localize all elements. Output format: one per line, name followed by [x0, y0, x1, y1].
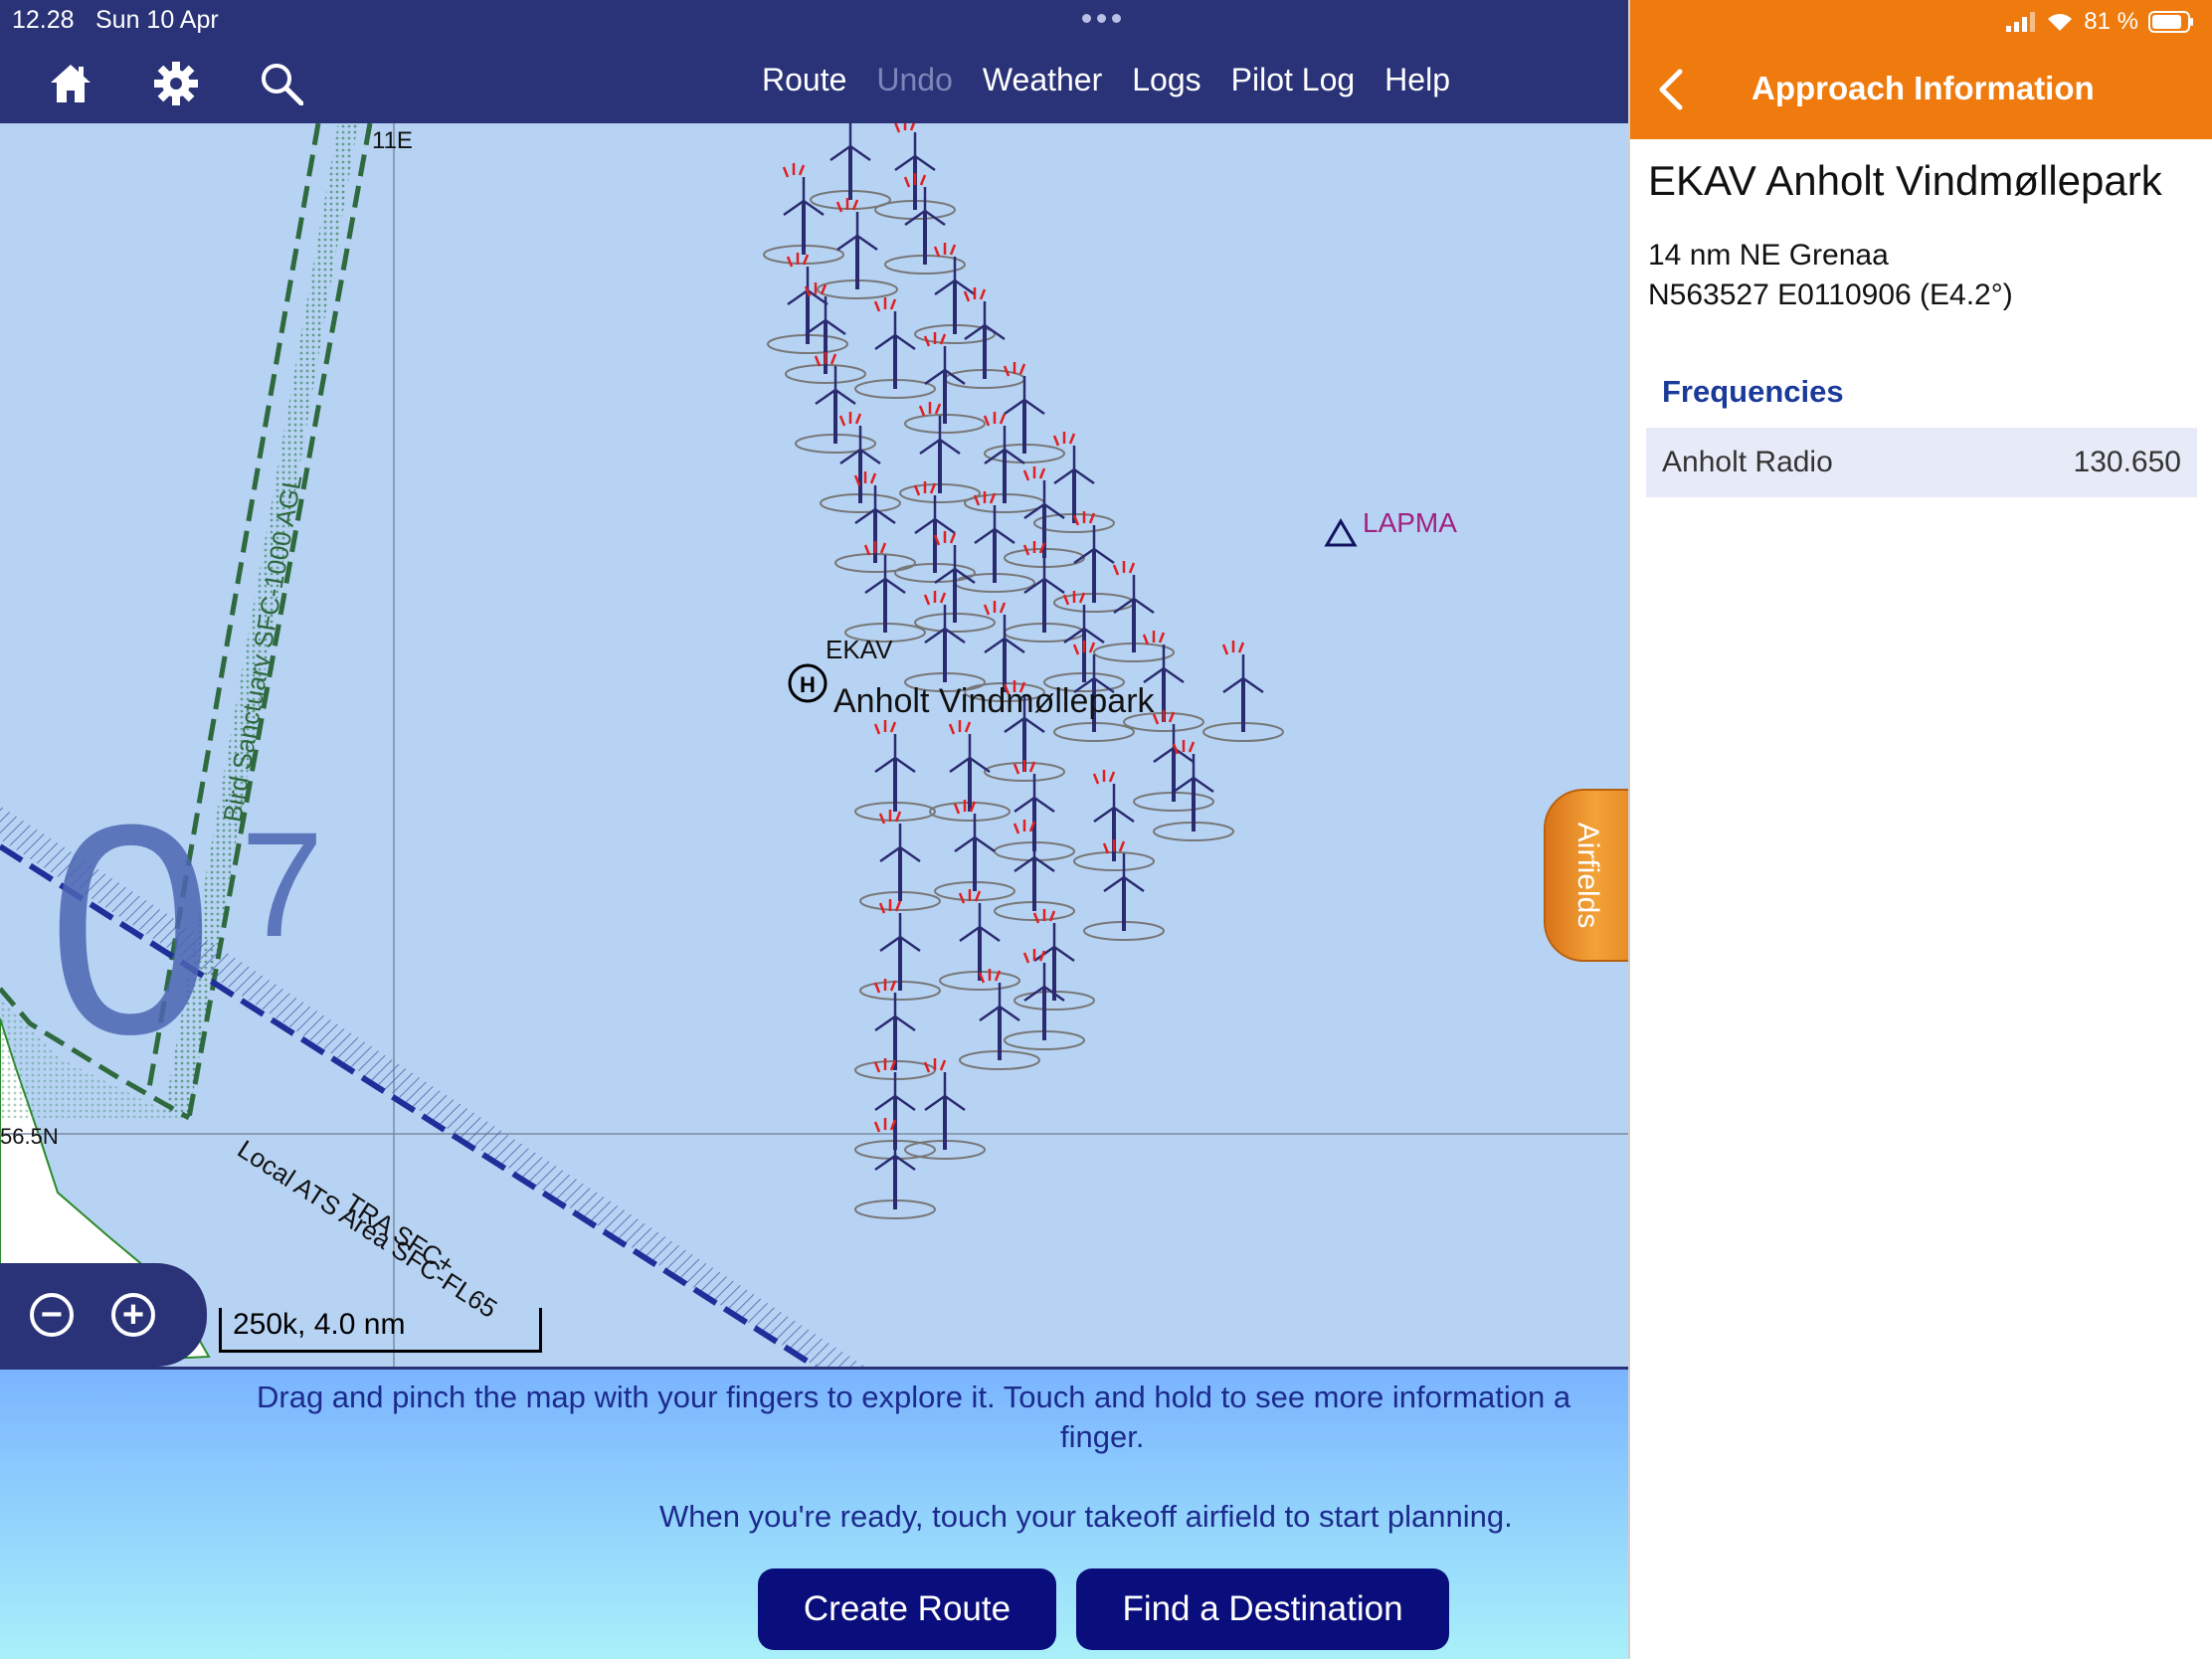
wind-turbine-icon: [984, 362, 1065, 463]
nav-weather[interactable]: Weather: [983, 62, 1102, 98]
top-toolbar: 12.28 Sun 10 Apr Route Undo Weather Logs: [0, 0, 1628, 123]
zoom-out-button[interactable]: −: [30, 1293, 74, 1337]
panel-title: Approach Information: [1751, 70, 2095, 106]
nav-logs[interactable]: Logs: [1132, 62, 1200, 98]
status-indicators: 81 %: [2006, 8, 2194, 36]
wind-turbine-icon: [934, 800, 1015, 901]
wind-turbine-icon: [904, 332, 986, 434]
wind-turbine-icon: [859, 810, 941, 911]
airfield-name[interactable]: Anholt Vindmøllepark: [833, 682, 1155, 721]
airfield-title: EKAV Anholt Vindmøllepark: [1648, 157, 2162, 204]
svg-text:H: H: [800, 672, 816, 697]
wind-turbine-icon: [834, 471, 916, 573]
find-destination-button[interactable]: Find a Destination: [1076, 1568, 1449, 1650]
wind-turbine-icon: [763, 163, 844, 265]
nav-pilot-log[interactable]: Pilot Log: [1231, 62, 1356, 98]
wind-turbine-icon: [1202, 641, 1284, 742]
airfield-code[interactable]: EKAV: [826, 635, 892, 665]
zoom-controls: − +: [0, 1263, 207, 1367]
airfield-location: 14 nm NE Grenaa: [1648, 239, 1889, 272]
wind-turbine-group: [763, 123, 1284, 1219]
hint-line-1: Drag and pinch the map with your fingers…: [257, 1380, 1571, 1414]
wind-turbine-icon: [904, 1058, 986, 1160]
parallel-label: 56.5N: [0, 1124, 59, 1149]
create-route-button[interactable]: Create Route: [758, 1568, 1056, 1650]
frequency-value: 130.650: [2073, 446, 2181, 478]
wind-turbine-icon: [844, 541, 926, 643]
wind-turbine-icon: [795, 352, 876, 454]
nav-help[interactable]: Help: [1384, 62, 1450, 98]
wind-turbine-icon: [854, 979, 936, 1080]
wind-turbine-icon: [854, 297, 936, 399]
scale-label: 250k, 4.0 nm: [233, 1308, 406, 1341]
wind-turbine-icon: [1004, 949, 1085, 1050]
wind-turbine-icon: [904, 591, 986, 692]
wind-turbine-icon: [767, 253, 848, 354]
frequency-name: Anholt Radio: [1662, 446, 1833, 478]
waypoint-triangle[interactable]: [1324, 518, 1358, 547]
multitask-dots[interactable]: [1082, 14, 1121, 23]
nav-route[interactable]: Route: [762, 62, 846, 98]
frequency-row[interactable]: Anholt Radio 130.650: [1646, 428, 2197, 497]
wind-turbine-icon: [854, 720, 936, 822]
wind-turbine-icon: [929, 720, 1011, 822]
waypoint-label[interactable]: LAPMA: [1363, 507, 1457, 539]
wind-turbine-icon: [1083, 839, 1165, 941]
status-time: 12.28: [12, 6, 75, 34]
airfields-tab[interactable]: Airfields: [1544, 789, 1628, 962]
chart-map[interactable]: H 0 7 11E 56.5N Bird Sanctuary SFC-1000 …: [0, 123, 1628, 1367]
grid-number-small: 7: [241, 801, 324, 968]
status-date: Sun 10 Apr: [95, 6, 219, 34]
wind-turbine-icon: [1073, 770, 1155, 871]
frequencies-heading: Frequencies: [1662, 374, 1844, 409]
wind-turbine-icon: [894, 481, 976, 583]
battery-percent: 81 %: [2084, 8, 2138, 35]
wind-turbine-icon: [874, 123, 956, 220]
wind-turbine-icon: [854, 1118, 936, 1219]
wind-turbine-icon: [994, 820, 1075, 921]
airfield-coords: N563527 E0110906 (E4.2°): [1648, 278, 2013, 311]
wind-turbine-icon: [859, 899, 941, 1001]
search-icon[interactable]: [251, 56, 312, 111]
wind-turbine-icon: [1153, 740, 1234, 841]
panel-header: 81 % Approach Information: [1630, 0, 2212, 139]
wind-turbine-icon: [820, 412, 901, 513]
back-chevron-icon[interactable]: [1652, 68, 1692, 111]
meridian-label: 11E: [372, 127, 413, 154]
hint-line-2: finger.: [1060, 1419, 1145, 1454]
hint-panel: Drag and pinch the map with your fingers…: [0, 1367, 1628, 1659]
wifi-icon: [2048, 14, 2073, 31]
airfields-tab-label: Airfields: [1570, 822, 1604, 929]
gear-icon[interactable]: [145, 56, 207, 111]
nav-undo[interactable]: Undo: [876, 62, 953, 98]
hint-line-3: When you're ready, touch your takeoff ai…: [659, 1499, 1513, 1534]
home-icon[interactable]: [40, 56, 101, 111]
battery-icon: [2148, 11, 2193, 33]
map-app: H 0 7 11E 56.5N Bird Sanctuary SFC-1000 …: [0, 0, 1628, 1659]
wind-turbine-icon: [810, 123, 891, 210]
wind-turbine-icon: [959, 969, 1040, 1070]
cellular-signal-icon: [2006, 12, 2036, 32]
approach-info-panel: 81 % Approach Information EKAV Anholt Vi…: [1628, 0, 2212, 1659]
wind-turbine-icon: [884, 173, 966, 275]
zoom-in-button[interactable]: +: [111, 1293, 155, 1337]
grid-number-big: 0: [48, 762, 214, 1096]
